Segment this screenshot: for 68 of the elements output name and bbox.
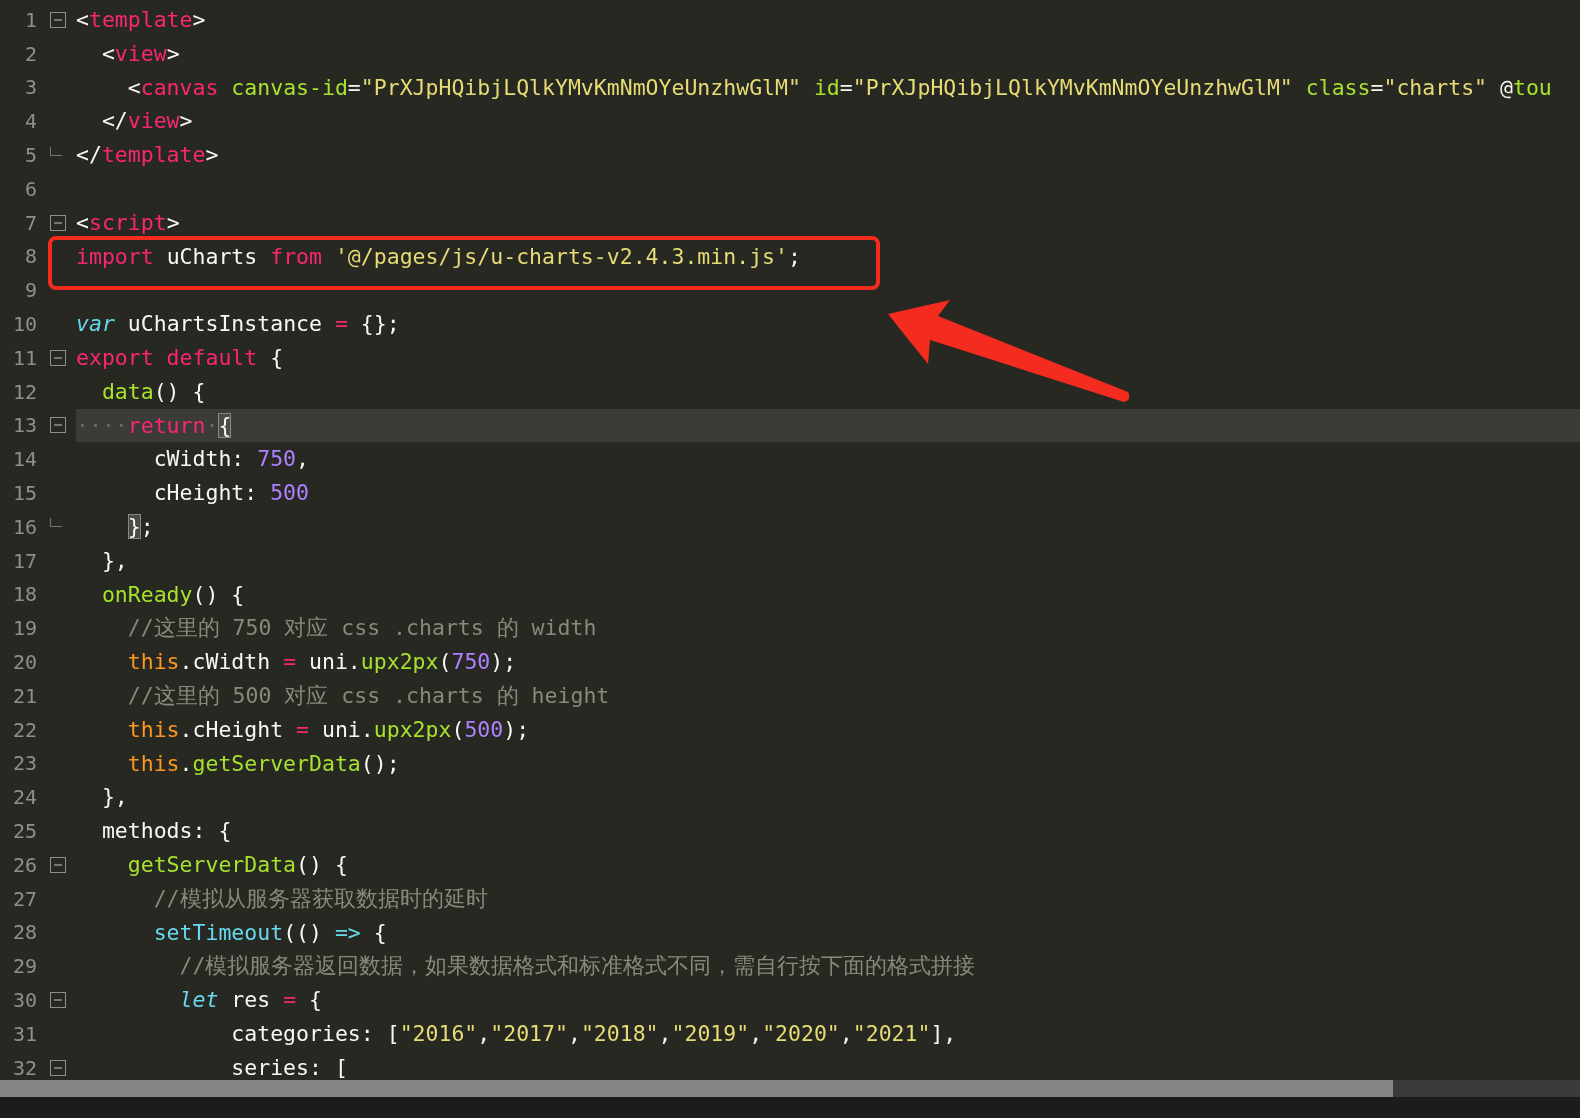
code-line: setTimeout(() => { xyxy=(152,918,388,947)
code-line: onReady() { xyxy=(100,580,246,609)
line-number: 12 xyxy=(11,379,37,404)
code-line: methods: { xyxy=(100,817,233,846)
fold-icon[interactable] xyxy=(50,349,66,366)
fold-icon[interactable] xyxy=(50,214,66,231)
line-number: 25 xyxy=(11,819,37,843)
line-number: 17 xyxy=(11,548,37,573)
code-line: getServerData() { xyxy=(126,850,349,879)
line-number: 9 xyxy=(23,278,37,303)
line-number: 30 xyxy=(11,988,37,1012)
line-number: 8 xyxy=(23,244,37,269)
line-number: 24 xyxy=(11,785,37,810)
code-line: data() { xyxy=(100,377,207,406)
line-number: 16 xyxy=(11,514,37,539)
code-line: </view> xyxy=(100,107,194,136)
code-line: }, xyxy=(100,783,129,812)
code-line: //模拟服务器返回数据，如果数据格式和标准格式不同，需自行按下面的格式拼接 xyxy=(178,952,977,981)
line-number: 15 xyxy=(11,481,37,506)
code-line: series: [ xyxy=(230,1053,349,1080)
line-number: 22 xyxy=(11,717,37,742)
line-number: 14 xyxy=(11,447,37,472)
code-line: }; xyxy=(126,512,155,541)
fold-icon[interactable] xyxy=(50,417,66,434)
code-line: //这里的 750 对应 css .charts 的 width xyxy=(126,614,598,643)
line-number: 13 xyxy=(11,413,37,438)
code-line: var uChartsInstance = {}; xyxy=(76,310,401,339)
code-line: this.cHeight = uni.upx2px(500); xyxy=(126,715,531,744)
code-line: cWidth: 750, xyxy=(152,445,311,474)
code-line: }, xyxy=(100,546,129,575)
line-number: 18 xyxy=(11,582,37,607)
line-number: 6 xyxy=(23,176,37,201)
code-line: let res = { xyxy=(178,986,323,1015)
fold-icon[interactable] xyxy=(50,1059,66,1076)
line-number: 26 xyxy=(11,852,37,877)
line-number: 23 xyxy=(11,751,37,776)
code-line: <template> xyxy=(76,6,207,34)
code-line: this.getServerData(); xyxy=(126,749,401,778)
code-line: cHeight: 500 xyxy=(152,479,310,508)
code-line: </template> xyxy=(76,141,220,170)
fold-icon[interactable] xyxy=(50,992,66,1008)
line-number: 10 xyxy=(11,312,37,337)
code-line: export default { xyxy=(76,343,285,372)
line-number: 21 xyxy=(11,683,37,708)
line-number: 19 xyxy=(11,616,37,641)
line-number: 4 xyxy=(23,109,37,134)
code-line: <canvas canvas-id="PrXJpHQibjLQlkYMvKmNmOYeUnzhwGlM" id="PrXJpHQibjLQlkYMvKmNmOYeUnzhwGlM" class="charts" @tou xyxy=(126,73,1553,102)
line-number: 3 xyxy=(23,75,37,100)
line-number: 27 xyxy=(11,886,37,911)
code-line: <view> xyxy=(100,39,181,68)
line-number: 11 xyxy=(11,345,37,370)
code-line: //这里的 500 对应 css .charts 的 height xyxy=(126,681,611,710)
line-number: 32 xyxy=(11,1055,37,1080)
line-number: 31 xyxy=(11,1021,37,1046)
code-line: <script> xyxy=(76,208,181,237)
fold-icon[interactable] xyxy=(50,11,66,28)
fold-icon[interactable] xyxy=(50,856,66,873)
line-number: 7 xyxy=(23,210,37,235)
code-line: import uCharts from '@/pages/js/u-charts-v2.4.3.min.js'; xyxy=(76,242,802,271)
line-number: 28 xyxy=(11,920,37,945)
code-line: categories: ["2016","2017","2018","2019","2020","2021"], xyxy=(230,1019,958,1048)
line-number: 5 xyxy=(23,143,37,168)
code-line: //模拟从服务器获取数据时的延时 xyxy=(152,884,489,913)
line-number: 20 xyxy=(11,650,37,675)
line-number: 1 xyxy=(23,7,37,32)
code-line: this.cWidth = uni.upx2px(750); xyxy=(126,648,518,677)
line-number: 29 xyxy=(11,954,37,979)
line-number: 2 xyxy=(23,41,37,66)
